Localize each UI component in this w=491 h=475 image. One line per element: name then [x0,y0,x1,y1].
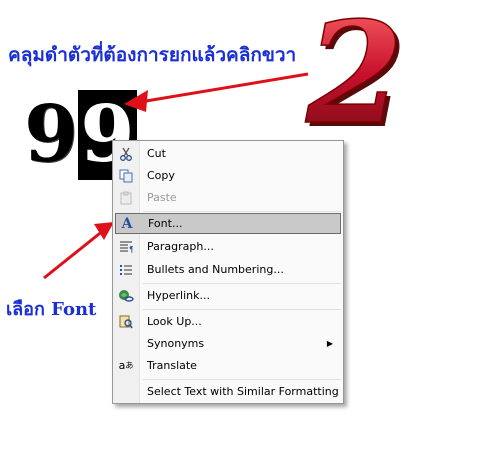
menu-separator [143,309,341,310]
menu-item-label: Cut [147,147,166,160]
menu-item-label: Font... [148,217,183,230]
scissors-icon [115,143,137,164]
digit-unselected: 9 [24,89,79,180]
copy-icon [115,165,137,186]
empty-icon-slot [115,333,137,354]
instruction-choose-font: เลือก Font [6,299,97,320]
menu-item-copy[interactable]: Copy [115,165,341,186]
menu-item-label: Paste [147,191,177,204]
menu-item-label: Synonyms [147,337,205,350]
submenu-arrow-icon: ▶ [326,339,333,348]
translate-icon: aあ [118,359,134,372]
menu-item-translate[interactable]: aあ Translate [115,355,341,376]
lookup-icon [115,311,137,332]
empty-icon-slot [115,381,137,402]
menu-item-font[interactable]: A Font... [115,213,341,234]
menu-separator [143,211,341,212]
menu-item-label: Look Up... [147,315,202,328]
menu-item-cut[interactable]: Cut [115,143,341,164]
svg-text:¶: ¶ [129,245,133,254]
context-menu: Cut Copy Paste A Font... ¶ Paragraph... … [112,140,344,404]
instruction-select-and-right-click: คลุมดำตัวที่ต้องการยกแล้วคลิกขวา [8,44,297,66]
arrow-to-selection [124,72,309,112]
arrow-to-font-item [43,222,114,280]
menu-item-synonyms[interactable]: Synonyms ▶ [115,333,341,354]
font-icon: A [121,215,133,232]
hyperlink-icon [115,285,137,306]
menu-item-hyperlink[interactable]: Hyperlink... [115,285,341,306]
menu-item-label: Translate [147,359,197,372]
bullets-icon [115,259,137,280]
menu-item-bullets-numbering[interactable]: Bullets and Numbering... [115,259,341,280]
menu-item-label: Bullets and Numbering... [147,263,284,276]
menu-separator [143,379,341,380]
menu-item-look-up[interactable]: Look Up... [115,311,341,332]
paste-icon [115,187,137,208]
paragraph-icon: ¶ [115,236,137,257]
menu-item-label: Copy [147,169,175,182]
step-number-2: 2 2 [304,10,407,130]
menu-item-paste[interactable]: Paste [115,187,341,208]
menu-item-label: Paragraph... [147,240,214,253]
menu-item-label: Hyperlink... [147,289,210,302]
menu-item-paragraph[interactable]: ¶ Paragraph... [115,236,341,257]
menu-item-select-similar-formatting[interactable]: Select Text with Similar Formatting [115,381,341,402]
menu-item-label: Select Text with Similar Formatting [147,385,339,398]
menu-separator [143,283,341,284]
step-number-text: 2 [305,10,403,130]
